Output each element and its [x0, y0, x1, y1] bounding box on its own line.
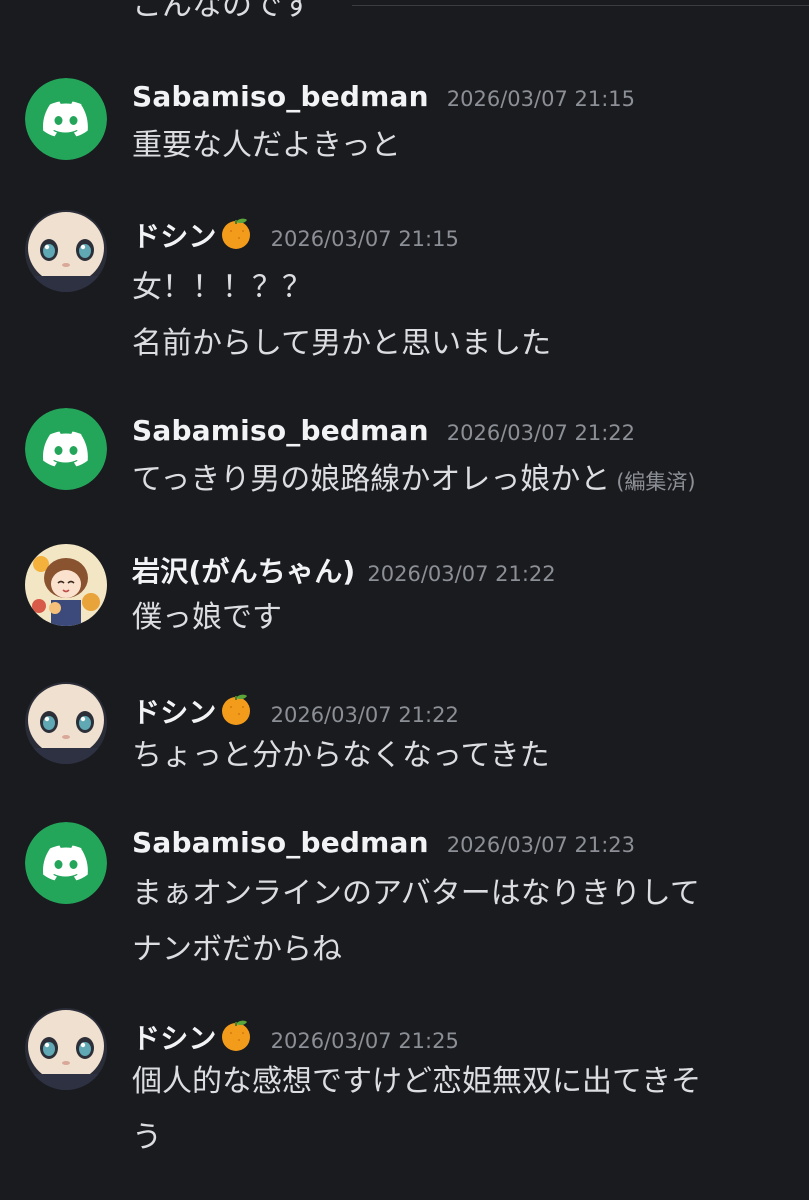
- avatar[interactable]: [25, 210, 107, 292]
- message-text: ちょっと分からなくなってきた: [132, 738, 550, 773]
- avatar[interactable]: [25, 544, 107, 626]
- tangerine-emoji-icon: [221, 218, 250, 249]
- message-text: 女！！！？？: [132, 270, 312, 305]
- timestamp: 2026/03/07 21:15: [446, 87, 635, 111]
- edited-label: (編集済): [616, 470, 696, 494]
- timestamp: 2026/03/07 21:22: [446, 421, 635, 445]
- username[interactable]: Sabamiso_bedman: [132, 80, 429, 113]
- username[interactable]: Sabamiso_bedman: [132, 414, 429, 447]
- avatar[interactable]: [25, 78, 107, 160]
- discord-logo-icon: [25, 78, 107, 160]
- plush-doll-avatar-icon: [25, 210, 107, 292]
- message-text: てっきり男の娘路線かオレっ娘かと: [132, 462, 611, 497]
- timestamp: 2026/03/07 21:22: [367, 562, 556, 586]
- username[interactable]: ドシン: [132, 1017, 217, 1057]
- message-text: う: [132, 1120, 162, 1155]
- discord-logo-icon: [25, 408, 107, 490]
- plush-doll-avatar-icon: [25, 1008, 107, 1090]
- timestamp: 2026/03/07 21:23: [446, 833, 635, 857]
- timestamp: 2026/03/07 21:22: [270, 703, 459, 727]
- username[interactable]: 岩沢(がんちゃん): [132, 550, 355, 590]
- tangerine-emoji-icon: [221, 694, 250, 725]
- divider-line: [352, 5, 809, 6]
- username[interactable]: ドシン: [132, 691, 217, 731]
- message-text: 重要な人だよきっと: [132, 128, 401, 163]
- username[interactable]: ドシン: [132, 215, 217, 255]
- avatar[interactable]: [25, 822, 107, 904]
- previous-message-tail: こんなのです: [132, 0, 312, 23]
- timestamp: 2026/03/07 21:15: [270, 227, 459, 251]
- message-text: ナンボだからね: [132, 932, 342, 967]
- tangerine-emoji-icon: [221, 1020, 250, 1051]
- username[interactable]: Sabamiso_bedman: [132, 826, 429, 859]
- avatar[interactable]: [25, 1008, 107, 1090]
- discord-logo-icon: [25, 822, 107, 904]
- message-text: 名前からして男かと思いました: [132, 326, 552, 361]
- message-text: まぁオンラインのアバターはなりきりして: [132, 876, 700, 911]
- avatar[interactable]: [25, 682, 107, 764]
- top-divider: [0, 0, 809, 6]
- avatar[interactable]: [25, 408, 107, 490]
- anime-girl-avatar-icon: [25, 544, 107, 626]
- message-text: 個人的な感想ですけど恋姫無双に出てきそ: [132, 1064, 702, 1099]
- timestamp: 2026/03/07 21:25: [270, 1029, 459, 1053]
- plush-doll-avatar-icon: [25, 682, 107, 764]
- message-text: 僕っ娘です: [132, 600, 282, 635]
